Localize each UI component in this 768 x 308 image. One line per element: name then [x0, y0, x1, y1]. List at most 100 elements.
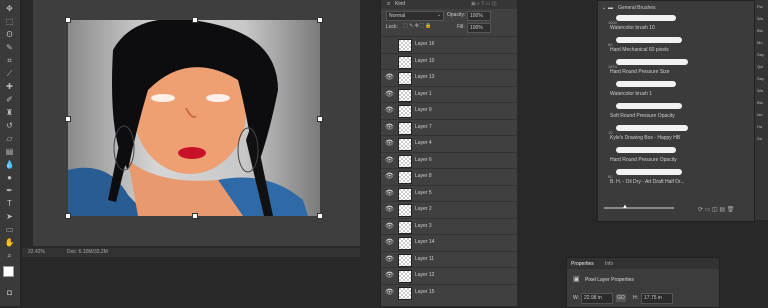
layer-row[interactable]: 👁 Layer 4 — [381, 135, 517, 152]
tab-info[interactable]: Info — [605, 261, 613, 267]
zoom-level[interactable]: 22.42% — [28, 248, 45, 257]
visibility-eye-icon[interactable]: 👁 — [385, 272, 394, 279]
transform-handle[interactable] — [317, 116, 323, 122]
layer-row[interactable]: 👁 Layer 8 — [381, 168, 517, 185]
brush-stroke-preview[interactable] — [616, 169, 682, 175]
brush-stroke-preview[interactable] — [616, 37, 682, 43]
layer-row[interactable]: 👁 Layer 11 — [381, 250, 517, 268]
blend-mode-select[interactable]: Normal ⌄ — [386, 11, 444, 21]
layer-row[interactable]: 👁 Layer 2 — [381, 201, 517, 218]
layer-row[interactable]: 👁 Layer 9 — [381, 102, 517, 119]
crop-tool-icon[interactable]: ⌗ — [3, 56, 16, 66]
transform-handle[interactable] — [317, 17, 323, 23]
strip-item[interactable]: Say — [757, 52, 764, 57]
filter-kind-select[interactable]: Kind — [395, 1, 405, 7]
hand-tool-icon[interactable]: ✋ — [3, 238, 16, 248]
stamp-tool-icon[interactable]: ♜ — [3, 108, 16, 118]
quick-mask-icon[interactable]: ◘ — [3, 288, 16, 298]
brush-name[interactable]: Watercolor brush 1 — [610, 91, 652, 97]
brush-name[interactable]: Hard Round Pressure Opacity — [610, 157, 677, 163]
brush-name[interactable]: Watercolor brush 10 — [610, 25, 655, 31]
path-select-tool-icon[interactable]: ➤ — [3, 212, 16, 222]
move-tool-icon[interactable]: ✥ — [3, 4, 16, 14]
visibility-eye-icon[interactable] — [385, 58, 393, 65]
visibility-eye-icon[interactable]: 👁 — [385, 256, 394, 263]
visibility-eye-icon[interactable]: 👁 — [385, 107, 394, 114]
brush-name[interactable]: Soft Round Pressure Opacity — [610, 113, 675, 119]
strip-item[interactable]: Ide — [757, 112, 763, 117]
pen-tool-icon[interactable]: ✒ — [3, 186, 16, 196]
layer-row[interactable]: 👁 Layer 7 — [381, 118, 517, 136]
strip-item[interactable]: Say — [757, 76, 764, 81]
fill-field[interactable]: 100% — [467, 23, 491, 33]
layer-row[interactable]: 👁 Layer 1 — [381, 85, 517, 103]
blur-tool-icon[interactable]: 💧 — [3, 160, 16, 170]
eyedropper-tool-icon[interactable]: ⟋ — [3, 69, 16, 79]
slider-thumb-icon[interactable]: ▲ — [622, 204, 628, 210]
eraser-tool-icon[interactable]: ▱ — [3, 134, 16, 144]
brush-name[interactable]: Kyle's Drawing Box - Happy HB — [610, 135, 680, 141]
gradient-tool-icon[interactable]: ▤ — [3, 147, 16, 157]
visibility-eye-icon[interactable]: 👁 — [385, 239, 394, 246]
layer-row[interactable]: 👁 Layer 13 — [381, 69, 517, 86]
visibility-eye-icon[interactable]: 👁 — [385, 190, 394, 197]
brush-stroke-preview[interactable] — [616, 147, 676, 153]
strip-item[interactable]: Sa — [757, 136, 762, 141]
layer-row[interactable]: 👁 Layer 3 — [381, 217, 517, 235]
strip-item[interactable]: Fla — [757, 4, 763, 9]
brush-stroke-preview[interactable] — [616, 103, 682, 109]
foreground-color-swatch[interactable] — [3, 266, 14, 277]
visibility-eye-icon[interactable]: 👁 — [385, 140, 394, 147]
transform-handle[interactable] — [192, 17, 198, 23]
marquee-tool-icon[interactable]: ⬚ — [3, 17, 16, 27]
brush-name[interactable]: Hard Round Pressure Size — [610, 69, 669, 75]
visibility-eye-icon[interactable] — [385, 41, 393, 48]
brush-name[interactable]: B. H. - Oil Dry - Art Draft Half Dr... — [610, 179, 684, 185]
brush-name[interactable]: Hard Mechanical 60 pixels — [610, 47, 669, 53]
layer-row[interactable]: 👁 Layer 5 — [381, 184, 517, 202]
strip-item[interactable]: Qui — [757, 64, 763, 69]
brush-tool-icon[interactable]: ✐ — [3, 95, 16, 105]
opacity-field[interactable]: 100% — [467, 11, 491, 21]
strip-item[interactable]: Wa — [757, 16, 763, 21]
transform-handle[interactable] — [192, 213, 198, 219]
layer-row[interactable]: 👁 Layer 6 — [381, 151, 517, 169]
brush-panel-icons[interactable]: ⟳ ▭ ◫ ▤ 🗑 — [698, 206, 734, 213]
history-brush-tool-icon[interactable]: ↺ — [3, 121, 16, 131]
transform-handle[interactable] — [65, 116, 71, 122]
brush-size-slider[interactable] — [604, 207, 674, 209]
type-tool-icon[interactable]: T — [3, 199, 16, 209]
visibility-eye-icon[interactable]: 👁 — [385, 74, 394, 81]
filter-icons[interactable]: ▣ ◐ T ▭ ◫ — [471, 1, 497, 7]
shape-tool-icon[interactable]: ▭ — [3, 225, 16, 235]
transform-handle[interactable] — [65, 17, 71, 23]
layer-row[interactable]: Layer 10 — [381, 52, 517, 70]
visibility-eye-icon[interactable]: 👁 — [385, 173, 394, 180]
strip-item[interactable]: Mo — [757, 40, 763, 45]
search-icon[interactable]: ⌕ — [387, 1, 390, 8]
layer-row[interactable]: 👁 Layer 12 — [381, 267, 517, 284]
visibility-eye-icon[interactable]: 👁 — [385, 91, 394, 98]
zoom-tool-icon[interactable]: ⌕ — [3, 251, 16, 261]
layer-row[interactable]: Layer 16 — [381, 36, 517, 53]
quick-select-tool-icon[interactable]: ✎ — [3, 43, 16, 53]
brush-stroke-preview[interactable] — [616, 125, 688, 131]
layer-row[interactable]: 👁 Layer 15 — [381, 283, 517, 301]
transform-handle[interactable] — [317, 213, 323, 219]
strip-item[interactable]: Bla — [757, 28, 763, 33]
brush-stroke-preview[interactable] — [616, 59, 688, 65]
visibility-eye-icon[interactable]: 👁 — [385, 206, 394, 213]
lasso-tool-icon[interactable]: ʘ — [3, 30, 16, 40]
strip-item[interactable]: Wa — [757, 88, 763, 93]
healing-tool-icon[interactable]: ✚ — [3, 82, 16, 92]
visibility-eye-icon[interactable]: 👁 — [385, 157, 394, 164]
brush-stroke-preview[interactable] — [616, 15, 676, 21]
dodge-tool-icon[interactable]: ● — [3, 173, 16, 183]
strip-item[interactable]: Bla — [757, 100, 763, 105]
height-field[interactable]: 17.75 in — [641, 293, 673, 304]
visibility-eye-icon[interactable]: 👁 — [385, 289, 394, 296]
width-field[interactable]: 22.98 in — [581, 293, 613, 304]
strip-item[interactable]: Ha — [757, 124, 762, 129]
transform-handle[interactable] — [65, 213, 71, 219]
tab-properties[interactable]: Properties — [571, 261, 594, 267]
